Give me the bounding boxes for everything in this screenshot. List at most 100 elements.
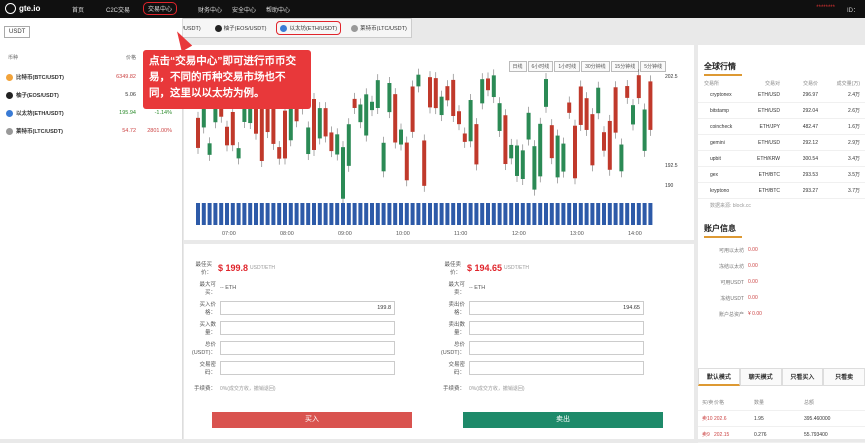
candle (416, 74, 421, 87)
order-header-qty: 数量 (754, 400, 765, 406)
market-row[interactable]: kryptono ETH/BTC 293.27 3.7万 (698, 183, 865, 199)
volume-bar (468, 203, 473, 225)
buy-fee-text: 0%(成交方收，撤销退回) (220, 385, 276, 392)
tab-sell-only[interactable]: 只看卖 (823, 368, 865, 386)
sell-password-input[interactable] (469, 361, 644, 375)
volume-bar (410, 203, 415, 225)
market-pair: ETH/KRW (757, 155, 780, 162)
nav-trade-center[interactable]: 交易中心 (142, 2, 178, 15)
market-volume: 3.7万 (848, 188, 860, 194)
nav-finance[interactable]: 财务中心 (198, 5, 222, 14)
tab-usdt[interactable]: USDT (4, 26, 31, 38)
buy-total-row: 总价(USDT)： (190, 338, 415, 358)
buy-total-input[interactable] (220, 341, 395, 355)
candle (631, 105, 635, 125)
market-row[interactable]: gemini ETH/USD 292.12 2.9万 (698, 135, 865, 151)
header-exchange: 交易所 (704, 81, 720, 87)
volume-bar (230, 203, 235, 225)
candle (428, 77, 432, 108)
max-sell-value: -- ETH (469, 285, 486, 291)
market-row[interactable]: cryptonex ETH/USD 296.97 2.4万 (698, 87, 865, 103)
volume-bar (567, 203, 572, 225)
candle (399, 129, 403, 145)
sell-price-input[interactable]: 194.65 (469, 301, 644, 315)
sell-total-input[interactable] (469, 341, 644, 355)
title-underline (704, 74, 742, 76)
order-row[interactable]: 卖10 202.6 1.95 395.460000 (698, 411, 865, 427)
candle (335, 134, 340, 155)
coin-change: 2801.00% (147, 128, 172, 134)
account-row: 冻结USDT 0.00 (698, 290, 865, 306)
candle (364, 94, 369, 136)
volume-bar (596, 203, 601, 225)
price-label-low: 190 (665, 183, 674, 189)
volume-bar (573, 203, 577, 225)
nav-security[interactable]: 安全中心 (232, 5, 256, 14)
account-key: 可用USDT (720, 279, 744, 286)
coin-name: 以太坊(ETH/USDT) (16, 111, 64, 117)
order-price: 202.6 (714, 415, 727, 422)
volume-bar (254, 203, 258, 225)
dropdown-item-ltc[interactable]: 莱特币(LTC/USDT) (348, 22, 410, 34)
candle (544, 79, 548, 107)
candle (323, 108, 328, 137)
market-row[interactable]: upbit ETH/KRW 300.54 3.4万 (698, 151, 865, 167)
candle (341, 147, 345, 199)
volume-bar (642, 203, 647, 225)
market-row[interactable]: coincheck ETH/JPY 482.47 1.6万 (698, 119, 865, 135)
account-value: 0.00 (748, 295, 758, 301)
sell-button[interactable]: 卖出 (463, 412, 663, 428)
market-pair: ETH/BTC (758, 171, 780, 178)
volume-bar (277, 203, 282, 225)
ltc-coin-icon (351, 24, 359, 32)
candle (497, 103, 502, 131)
market-row-ltc[interactable]: 莱特币(LTC/USDT) 54.72 2801.00% (0, 122, 183, 140)
buy-qty-input[interactable] (220, 321, 395, 335)
volume-bar (288, 203, 293, 225)
buy-price-input[interactable]: 199.8 (220, 301, 395, 315)
x-axis-label: 12:00 (512, 231, 526, 237)
buy-button[interactable]: 买入 (212, 412, 412, 428)
dropdown-item-eos[interactable]: 柚子(EOS/USDT) (212, 22, 270, 34)
user-name[interactable]: ******** (816, 5, 835, 14)
eos-coin-icon (6, 91, 13, 99)
market-volume: 2.9万 (848, 140, 860, 146)
volume-bar (341, 203, 345, 225)
nav-help[interactable]: 帮助中心 (266, 5, 290, 14)
sell-price-row: 卖出价格： 194.65 (439, 298, 664, 318)
buy-password-input[interactable] (220, 361, 395, 375)
candle (532, 146, 537, 190)
tab-chat-mode[interactable]: 聊天模式 (739, 368, 782, 386)
volume-bar (352, 203, 357, 225)
sell-password-row: 交易密码： (439, 358, 664, 378)
dropdown-item-eth[interactable]: 以太坊(ETH/USDT) (276, 21, 342, 35)
order-row[interactable]: 卖9 202.15 0.276 55.793400 (698, 427, 865, 443)
candle (480, 79, 485, 104)
candle (358, 104, 363, 123)
account-value: 0.00 (748, 279, 758, 285)
volume-bar (207, 203, 212, 225)
sell-qty-input[interactable] (469, 321, 644, 335)
market-price: 293.53 (802, 171, 818, 178)
market-row[interactable]: gex ETH/BTC 293.53 3.5万 (698, 167, 865, 183)
volume-bar (509, 203, 514, 225)
candle (607, 120, 612, 170)
tab-buy-only[interactable]: 只看买入 (781, 368, 824, 386)
coin-price: 54.72 (122, 128, 136, 134)
candle (445, 86, 450, 101)
buy-qty-row: 买入数量： (190, 318, 415, 338)
volume-bar (474, 203, 479, 225)
logo[interactable]: gte.io (5, 3, 40, 14)
account-info-title: 账户信息 (704, 224, 736, 233)
tab-default-mode[interactable]: 默认模式 (698, 368, 740, 386)
volume-bar (503, 203, 508, 225)
volume-bar (375, 203, 380, 225)
nav-c2c[interactable]: C2C交易 (106, 5, 130, 14)
nav-home[interactable]: 首页 (72, 5, 84, 14)
volume-bar (590, 203, 595, 225)
volume-bar (381, 203, 386, 225)
volume-bar (259, 203, 264, 225)
market-volume: 3.4万 (848, 156, 860, 162)
market-row[interactable]: bitstamp ETH/USD 292.04 2.6万 (698, 103, 865, 119)
buy-form: 最佳买价： $ 199.8 USDT/ETH 最大可买： -- ETH 买入价格… (190, 258, 415, 398)
